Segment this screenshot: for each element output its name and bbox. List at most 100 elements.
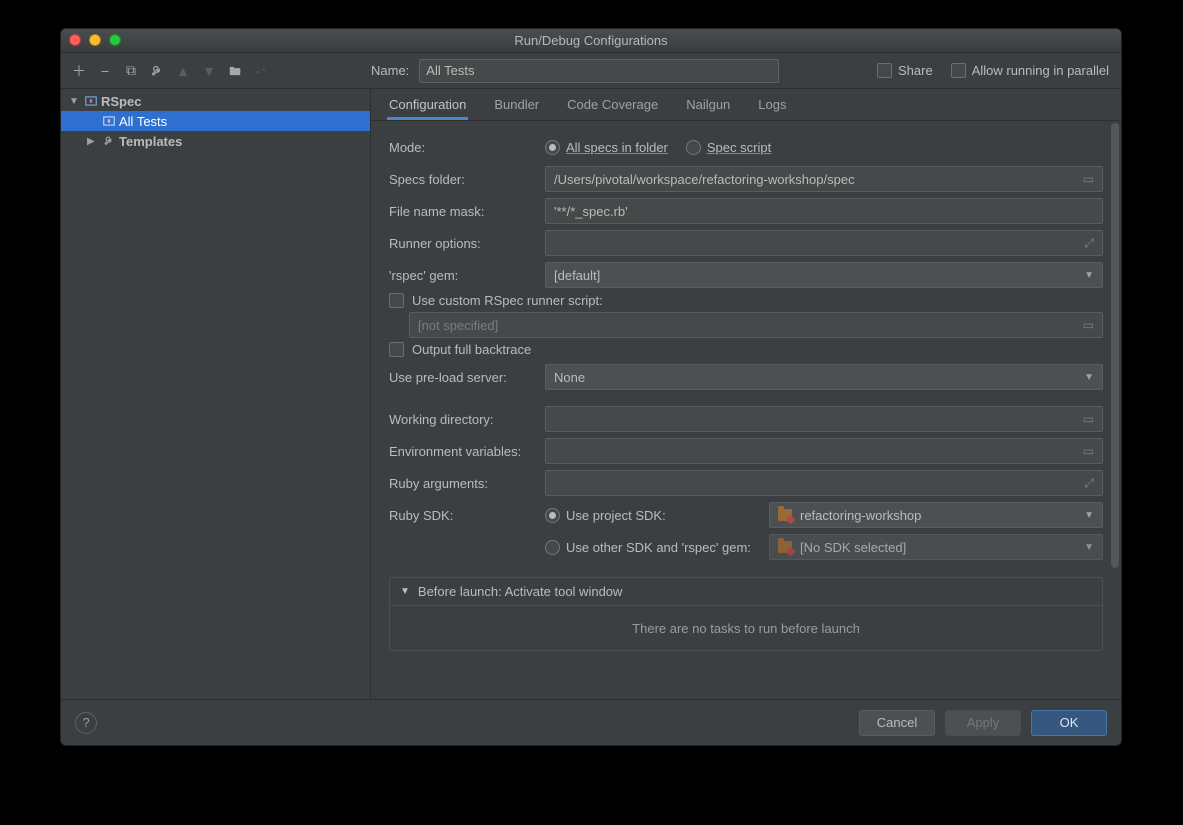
add-icon[interactable]: ＋ <box>71 63 87 79</box>
tree-node-rspec[interactable]: ▼ RSpec <box>61 91 370 111</box>
edit-env-icon[interactable]: ▭ <box>1083 444 1094 458</box>
env-vars-label: Environment variables: <box>389 444 535 459</box>
env-vars-input[interactable]: ▭ <box>545 438 1103 464</box>
tab-logs[interactable]: Logs <box>756 89 788 120</box>
vertical-scrollbar[interactable] <box>1111 123 1119 693</box>
chevron-down-icon: ▼ <box>1084 510 1094 521</box>
mode-all-specs-label: All specs in folder <box>566 140 668 155</box>
tree-node-templates[interactable]: ▶ Templates <box>61 131 370 151</box>
parallel-checkbox[interactable] <box>951 63 966 78</box>
custom-runner-label: Use custom RSpec runner script: <box>412 293 603 308</box>
chevron-down-icon: ▼ <box>1084 372 1094 383</box>
working-dir-input[interactable]: ▭ <box>545 406 1103 432</box>
close-window-icon[interactable] <box>69 34 81 46</box>
expand-icon[interactable]: ⤢ <box>1084 236 1094 251</box>
window-title: Run/Debug Configurations <box>61 33 1121 48</box>
radio-icon[interactable] <box>686 140 701 155</box>
collapse-arrow-icon[interactable]: ▶ <box>87 136 99 147</box>
mode-spec-script-radio[interactable]: Spec script <box>686 140 771 155</box>
custom-runner-path-input[interactable]: [not specified] ▭ <box>409 312 1103 338</box>
use-other-sdk-label: Use other SDK and 'rspec' gem: <box>566 540 751 555</box>
ruby-args-input[interactable]: ⤢ <box>545 470 1103 496</box>
ruby-sdk-icon <box>778 509 792 521</box>
runner-options-label: Runner options: <box>389 236 535 251</box>
share-label: Share <box>898 63 933 78</box>
before-launch-section: ▼ Before launch: Activate tool window Th… <box>389 577 1103 651</box>
rspec-icon <box>83 94 99 108</box>
browse-folder-icon[interactable]: ▭ <box>1083 412 1094 426</box>
mode-label: Mode: <box>389 140 535 155</box>
collapse-arrow-icon[interactable]: ▼ <box>400 586 410 597</box>
full-backtrace-checkbox[interactable] <box>389 342 404 357</box>
expand-icon[interactable]: ⤢ <box>1084 476 1094 491</box>
chevron-down-icon: ▼ <box>1084 270 1094 281</box>
tab-nailgun[interactable]: Nailgun <box>684 89 732 120</box>
rspec-gem-select[interactable]: [default] ▼ <box>545 262 1103 288</box>
name-label: Name: <box>371 63 409 78</box>
move-up-icon: ▲ <box>175 63 191 79</box>
before-launch-header[interactable]: ▼ Before launch: Activate tool window <box>390 578 1102 606</box>
radio-icon[interactable] <box>545 540 560 555</box>
custom-runner-checkbox[interactable] <box>389 293 404 308</box>
cancel-button[interactable]: Cancel <box>859 710 935 736</box>
tabs: Configuration Bundler Code Coverage Nail… <box>371 89 1121 121</box>
use-other-sdk-radio[interactable]: Use other SDK and 'rspec' gem: <box>545 540 755 555</box>
working-dir-label: Working directory: <box>389 412 535 427</box>
run-debug-configurations-window: Run/Debug Configurations ＋ − ⧉ ▲ ▼ <box>60 28 1122 746</box>
sidebar-toolbar: ＋ − ⧉ ▲ ▼ <box>61 53 371 88</box>
share-checkbox-row[interactable]: Share <box>877 63 933 78</box>
wrench-icon[interactable] <box>149 63 165 79</box>
specs-folder-label: Specs folder: <box>389 172 535 187</box>
tree-node-label: All Tests <box>119 114 167 129</box>
copy-icon[interactable]: ⧉ <box>123 63 139 79</box>
file-mask-label: File name mask: <box>389 204 535 219</box>
parallel-checkbox-row[interactable]: Allow running in parallel <box>951 63 1109 78</box>
dialog-footer: ? Cancel Apply OK <box>61 699 1121 745</box>
tab-configuration[interactable]: Configuration <box>387 89 468 120</box>
use-project-sdk-label: Use project SDK: <box>566 508 666 523</box>
rspec-config-icon <box>101 114 117 128</box>
minimize-window-icon[interactable] <box>89 34 101 46</box>
share-checkbox[interactable] <box>877 63 892 78</box>
runner-options-input[interactable]: ⤢ <box>545 230 1103 256</box>
specs-folder-input[interactable]: /Users/pivotal/workspace/refactoring-wor… <box>545 166 1103 192</box>
parallel-label: Allow running in parallel <box>972 63 1109 78</box>
move-down-icon: ▼ <box>201 63 217 79</box>
other-sdk-select[interactable]: [No SDK selected] ▼ <box>769 534 1103 560</box>
full-backtrace-label: Output full backtrace <box>412 342 531 357</box>
folder-move-icon[interactable] <box>227 63 243 79</box>
remove-icon[interactable]: − <box>97 63 113 79</box>
preload-label: Use pre-load server: <box>389 370 535 385</box>
window-controls <box>69 34 121 46</box>
preload-select[interactable]: None ▼ <box>545 364 1103 390</box>
chevron-down-icon: ▼ <box>1084 542 1094 553</box>
tree-node-label: Templates <box>119 134 182 149</box>
sort-icon <box>253 63 269 79</box>
ok-button[interactable]: OK <box>1031 710 1107 736</box>
titlebar: Run/Debug Configurations <box>61 29 1121 53</box>
help-button[interactable]: ? <box>75 712 97 734</box>
name-row: Name: Share Allow running in parallel <box>371 59 1121 83</box>
file-mask-input[interactable]: '**/*_spec.rb' <box>545 198 1103 224</box>
ruby-sdk-label: Ruby SDK: <box>389 508 535 523</box>
maximize-window-icon[interactable] <box>109 34 121 46</box>
rspec-gem-label: 'rspec' gem: <box>389 268 535 283</box>
tree-node-all-tests[interactable]: All Tests <box>61 111 370 131</box>
mode-all-specs-radio[interactable]: All specs in folder <box>545 140 668 155</box>
mode-spec-script-label: Spec script <box>707 140 771 155</box>
project-sdk-select[interactable]: refactoring-workshop ▼ <box>769 502 1103 528</box>
apply-button: Apply <box>945 710 1021 736</box>
name-input[interactable] <box>419 59 779 83</box>
browse-folder-icon[interactable]: ▭ <box>1083 172 1094 186</box>
tab-code-coverage[interactable]: Code Coverage <box>565 89 660 120</box>
configurations-tree[interactable]: ▼ RSpec All Tests ▶ <box>61 89 371 699</box>
ruby-args-label: Ruby arguments: <box>389 476 535 491</box>
expand-arrow-icon[interactable]: ▼ <box>69 96 81 107</box>
radio-icon[interactable] <box>545 508 560 523</box>
browse-folder-icon[interactable]: ▭ <box>1083 318 1094 332</box>
scrollbar-thumb[interactable] <box>1111 123 1119 568</box>
radio-icon[interactable] <box>545 140 560 155</box>
configuration-form: Mode: All specs in folder Spec script <box>371 121 1121 699</box>
tab-bundler[interactable]: Bundler <box>492 89 541 120</box>
use-project-sdk-radio[interactable]: Use project SDK: <box>545 508 755 523</box>
